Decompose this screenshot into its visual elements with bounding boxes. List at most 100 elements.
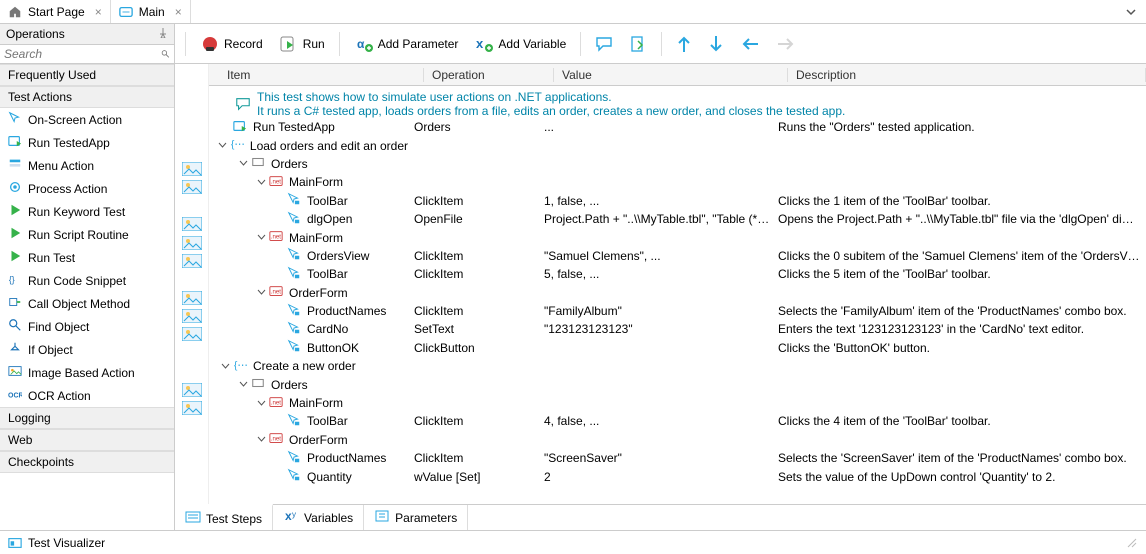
table-row[interactable]: .netMainForm [209, 394, 1146, 412]
table-row[interactable]: Orders [209, 155, 1146, 173]
collapse-icon[interactable] [237, 158, 249, 170]
operation-item[interactable]: If Object [0, 338, 174, 361]
collapse-icon[interactable] [237, 379, 249, 391]
table-row[interactable]: ProductNamesClickItem"FamilyAlbum"Select… [209, 302, 1146, 320]
tab-start-page[interactable]: Start Page × [0, 0, 111, 23]
collapse-icon[interactable] [255, 434, 267, 446]
pin-icon[interactable] [158, 27, 168, 41]
visualizer-thumb [175, 436, 208, 454]
table-row[interactable]: ProductNamesClickItem"ScreenSaver"Select… [209, 449, 1146, 467]
operation-item[interactable]: Run Test [0, 246, 174, 269]
visualizer-thumb[interactable] [175, 399, 208, 417]
resize-grip-icon[interactable] [1126, 537, 1138, 549]
category-header[interactable]: Test Actions [0, 86, 174, 108]
visualizer-thumb[interactable] [175, 252, 208, 270]
table-row[interactable]: .netOrderForm [209, 284, 1146, 302]
add-variable-button[interactable]: x Add Variable [468, 31, 572, 57]
indent-button[interactable] [770, 33, 802, 55]
visualizer-thumb[interactable] [175, 233, 208, 251]
search-icon[interactable] [161, 47, 170, 61]
operations-search[interactable] [0, 45, 174, 64]
collapse-icon[interactable] [255, 232, 267, 244]
cursor-icon [287, 211, 301, 228]
collapse-icon[interactable] [219, 360, 231, 372]
visualizer-thumb[interactable] [175, 160, 208, 178]
operation-item[interactable]: Process Action [0, 177, 174, 200]
close-icon[interactable]: × [95, 5, 102, 19]
operation-item[interactable]: Call Object Method [0, 292, 174, 315]
col-value[interactable]: Value [554, 68, 788, 82]
table-body[interactable]: This test shows how to simulate user act… [209, 86, 1146, 504]
table-row[interactable]: .netOrderForm [209, 431, 1146, 449]
col-description[interactable]: Description [788, 68, 1146, 82]
status-label[interactable]: Test Visualizer [28, 536, 105, 550]
visualizer-thumb[interactable] [175, 325, 208, 343]
operation-label: Run TestedApp [28, 136, 110, 150]
table-row[interactable]: ToolBarClickItem1, false, ...Clicks the … [209, 192, 1146, 210]
bottom-tab-test-steps[interactable]: Test Steps [175, 504, 273, 531]
row-desc: Selects the 'ScreenSaver' item of the 'P… [778, 451, 1146, 465]
vars-icon: xy [283, 508, 299, 527]
operation-item[interactable]: Find Object [0, 315, 174, 338]
record-button[interactable]: Record [194, 31, 269, 57]
data-button[interactable] [623, 32, 653, 56]
outdent-button[interactable] [734, 33, 766, 55]
visualizer-thumb[interactable] [175, 380, 208, 398]
operation-label: Run Test [28, 251, 75, 265]
collapse-icon[interactable] [255, 397, 267, 409]
operation-item[interactable]: Menu Action [0, 154, 174, 177]
search-input[interactable] [4, 47, 161, 61]
tabbar-menu[interactable] [1116, 0, 1146, 23]
category-header[interactable]: Checkpoints [0, 451, 174, 473]
col-item[interactable]: Item [219, 68, 424, 82]
table-row[interactable]: dlgOpenOpenFileProject.Path + "..\\MyTab… [209, 210, 1146, 228]
close-icon[interactable]: × [175, 5, 182, 19]
collapse-icon[interactable] [255, 287, 267, 299]
move-down-button[interactable] [702, 31, 730, 57]
visualizer-thumb [175, 141, 208, 159]
table-row[interactable]: QuantitywValue [Set]2Sets the value of t… [209, 467, 1146, 485]
bottom-tab-parameters[interactable]: Parameters [364, 505, 468, 530]
table-row[interactable]: Orders [209, 375, 1146, 393]
table-row[interactable]: .netMainForm [209, 173, 1146, 191]
table-row[interactable]: {⋯}Load orders and edit an order [209, 136, 1146, 154]
comment-button[interactable] [589, 32, 619, 56]
visualizer-thumb[interactable] [175, 289, 208, 307]
operation-item[interactable]: Run TestedApp [0, 131, 174, 154]
category-header[interactable]: Logging [0, 407, 174, 429]
visualizer-thumb[interactable] [175, 215, 208, 233]
table-row[interactable]: .netMainForm [209, 228, 1146, 246]
operation-label: Process Action [28, 182, 107, 196]
table-row[interactable]: ToolBarClickItem5, false, ...Clicks the … [209, 265, 1146, 283]
cursor-icon [287, 192, 301, 209]
operation-item[interactable]: Run Script Routine [0, 223, 174, 246]
visualizer-thumb[interactable] [175, 307, 208, 325]
table-row[interactable]: ToolBarClickItem4, false, ...Clicks the … [209, 412, 1146, 430]
add-parameter-button[interactable]: α Add Parameter [348, 31, 465, 57]
operation-item[interactable]: Run Keyword Test [0, 200, 174, 223]
tab-main[interactable]: Main × [111, 0, 191, 23]
table-row[interactable]: CardNoSetText"123123123123"Enters the te… [209, 320, 1146, 338]
table-row[interactable]: {⋯}Create a new order [209, 357, 1146, 375]
run-button[interactable]: Run [273, 31, 331, 57]
col-operation[interactable]: Operation [424, 68, 554, 82]
operation-item[interactable]: On-Screen Action [0, 108, 174, 131]
row-op: SetText [414, 322, 544, 336]
category-header[interactable]: Frequently Used [0, 64, 174, 86]
row-item-label: Load orders and edit an order [250, 139, 408, 153]
operation-item[interactable]: {}Run Code Snippet [0, 269, 174, 292]
collapse-icon[interactable] [255, 176, 267, 188]
table-row[interactable]: OrdersViewClickItem"Samuel Clemens", ...… [209, 247, 1146, 265]
move-up-button[interactable] [670, 31, 698, 57]
table-row[interactable]: Run TestedAppOrders...Runs the "Orders" … [209, 118, 1146, 136]
collapse-icon[interactable] [218, 140, 228, 152]
operation-item[interactable]: OCROCR Action [0, 384, 174, 407]
category-header[interactable]: Web [0, 429, 174, 451]
table-row[interactable]: ButtonOKClickButtonClicks the 'ButtonOK'… [209, 339, 1146, 357]
visualizer-thumb[interactable] [175, 178, 208, 196]
bottom-tab-variables[interactable]: xyVariables [273, 505, 364, 530]
operation-item[interactable]: Image Based Action [0, 361, 174, 384]
operations-header: Operations [0, 24, 174, 45]
row-item-label: CardNo [307, 322, 348, 336]
net-icon: .net [269, 174, 283, 191]
